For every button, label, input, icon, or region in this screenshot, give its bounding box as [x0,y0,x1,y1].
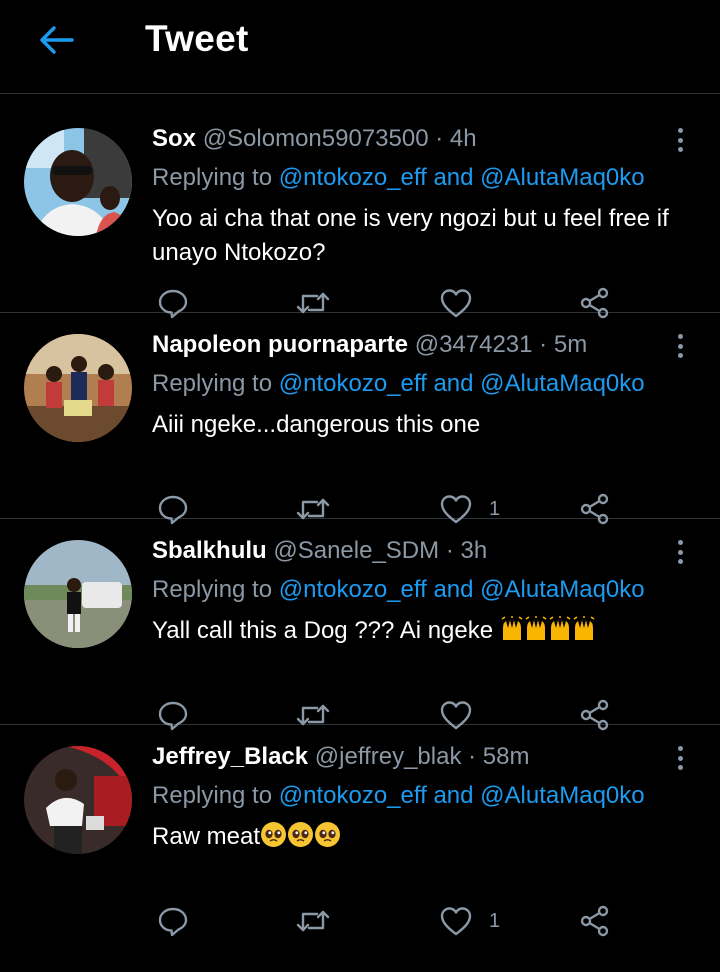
emoji-row [260,822,341,850]
username[interactable]: @3474231 [415,331,533,358]
more-options-button[interactable] [670,743,690,773]
like-button[interactable]: 1 [439,901,500,941]
heart-icon [440,907,472,936]
mention-link[interactable]: @ntokozo_eff [279,782,427,809]
pleading-face-emoji [315,822,341,847]
username[interactable]: @Solomon59073500 [203,125,429,152]
tweet-header: Sbalkhulu @Sanele_SDM · 3h [152,535,660,567]
timestamp[interactable]: 58m [483,743,530,770]
back-button[interactable] [34,20,78,60]
mention-link[interactable]: @AlutaMaq0ko [480,576,644,603]
and-link[interactable]: and [433,782,473,809]
display-name[interactable]: Napoleon puornaparte [152,331,408,358]
raising-hands-emoji [549,616,571,640]
tweet-header: Napoleon puornaparte @3474231 · 5m [152,329,660,361]
mention-link[interactable]: @ntokozo_eff [279,576,427,603]
retweet-button[interactable] [295,901,331,941]
mention-link[interactable]: @AlutaMaq0ko [480,164,644,191]
reply-list: Sox @Solomon59073500 · 4h Replying to @n… [0,107,720,937]
pleading-face-emoji [288,822,314,847]
tweet-text: Yoo ai cha that one is very ngozi but u … [152,205,669,266]
top-app-bar: Tweet [0,0,720,94]
tweet-text: Raw meat [152,820,692,854]
like-count: 1 [489,497,501,520]
display-name[interactable]: Sbalkhulu [152,537,267,564]
username[interactable]: @Sanele_SDM [273,537,439,564]
more-options-button[interactable] [670,537,690,567]
separator-dot: · [468,743,477,770]
replying-to: Replying to @ntokozo_eff and @AlutaMaq0k… [152,370,645,397]
avatar[interactable] [24,746,132,854]
tweet-text: Yall call this a Dog ??? Ai ngeke [152,614,692,648]
display-name[interactable]: Jeffrey_Black [152,743,308,770]
and-link[interactable]: and [433,370,473,397]
replying-to: Replying to @ntokozo_eff and @AlutaMaq0k… [152,576,645,603]
mention-link[interactable]: @ntokozo_eff [279,164,427,191]
raising-hands-emoji [501,616,523,640]
emoji-row [500,616,596,644]
avatar[interactable] [24,540,132,648]
timestamp[interactable]: 3h [460,537,487,564]
back-arrow-icon [40,26,74,54]
tweet-text: Aiii ngeke...dangerous this one [152,411,481,438]
and-link[interactable]: and [433,164,473,191]
reply-icon [158,907,188,937]
raising-hands-emoji [525,616,547,640]
mention-link[interactable]: @AlutaMaq0ko [480,782,644,809]
tweet-actions: 1 [152,901,622,941]
tweet-item[interactable]: Sox @Solomon59073500 · 4h Replying to @n… [0,107,720,319]
tweet-text-content: Yall call this a Dog ??? Ai ngeke [152,617,500,644]
and-link[interactable]: and [433,576,473,603]
replying-to: Replying to @ntokozo_eff and @AlutaMaq0k… [152,164,645,191]
username[interactable]: @jeffrey_blak [315,743,462,770]
page-title: Tweet [145,18,249,59]
tweet-header: Jeffrey_Black @jeffrey_blak · 58m [152,741,660,773]
tweet-header: Sox @Solomon59073500 · 4h [152,123,660,155]
pleading-face-emoji [261,822,287,847]
like-count: 1 [489,909,501,932]
more-vertical-icon [677,128,683,133]
raising-hands-emoji [573,616,595,640]
replying-to: Replying to @ntokozo_eff and @AlutaMaq0k… [152,782,645,809]
separator-dot: · [435,125,444,152]
avatar[interactable] [24,128,132,236]
share-icon [580,905,609,937]
more-options-button[interactable] [670,125,690,155]
tweet-item[interactable]: Sbalkhulu @Sanele_SDM · 3h Replying to @… [0,519,720,731]
avatar[interactable] [24,334,132,442]
tweet-item[interactable]: Napoleon puornaparte @3474231 · 5m Reply… [0,313,720,525]
tweet-text-content: Raw meat [152,823,261,850]
more-options-button[interactable] [670,331,690,361]
share-button[interactable] [578,901,612,941]
display-name[interactable]: Sox [152,125,196,152]
retweet-icon [296,910,330,932]
timestamp[interactable]: 4h [450,125,477,152]
mention-link[interactable]: @AlutaMaq0ko [480,370,644,397]
tweet-item[interactable]: Jeffrey_Black @jeffrey_blak · 58m Replyi… [0,725,720,937]
reply-button[interactable] [156,901,190,941]
separator-dot: · [539,331,548,358]
more-vertical-icon [677,334,683,339]
more-vertical-icon [677,540,683,545]
separator-dot: · [445,537,454,564]
timestamp[interactable]: 5m [554,331,587,358]
mention-link[interactable]: @ntokozo_eff [279,370,427,397]
more-vertical-icon [677,746,683,751]
